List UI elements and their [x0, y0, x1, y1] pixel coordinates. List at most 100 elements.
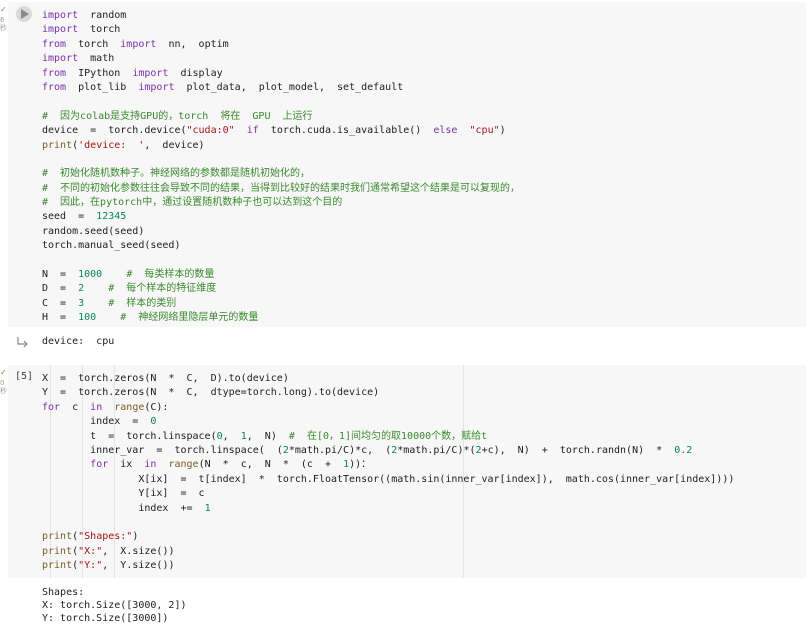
- code-token: , N): [246, 430, 289, 442]
- code-line: print('device: ', device): [42, 139, 806, 153]
- code-line: index = 0: [42, 415, 806, 429]
- code-token: math: [78, 53, 115, 65]
- code-editor-2[interactable]: X = torch.zeros(N * C, D).to(device) Y = …: [42, 372, 806, 573]
- code-token: # 不同的初始化参数往往会导致不同的结果，当得到比较好的结果时我们通常希望这个结…: [42, 182, 521, 194]
- code-line: import random: [42, 9, 806, 23]
- code-token: print: [42, 560, 73, 572]
- code-line: t = torch.linspace(0, 1, N) # 在[0，1]间均匀的…: [42, 430, 806, 444]
- code-token: c: [60, 401, 91, 413]
- code-token: torch.cuda.is_available(): [258, 125, 434, 137]
- code-token: "cuda:0": [186, 125, 235, 137]
- code-token: X[ix] = t[index] * torch.FloatTensor((ma…: [42, 473, 735, 485]
- code-token: H =: [42, 312, 79, 324]
- code-token: range: [114, 401, 145, 413]
- cell-output-2: Shapes: X: torch.Size([3000, 2]) Y: torch.…: [42, 586, 187, 625]
- code-token: in: [90, 401, 103, 413]
- code-token: import: [132, 67, 169, 79]
- code-token: ): [499, 125, 506, 137]
- code-token: torch.manual_seed(seed): [42, 240, 181, 252]
- code-token: plot_data, plot_model, set_default: [174, 81, 404, 93]
- code-token: import: [42, 10, 79, 21]
- output-arrow-icon[interactable]: [17, 336, 29, 348]
- code-editor-1[interactable]: import random import torch from torch impo…: [42, 9, 806, 326]
- code-token: X = torch.zeros(N * C, D).to(device): [42, 373, 289, 384]
- code-cell-2[interactable]: [5] X = torch.zeros(N * C, D).to(device)…: [8, 365, 806, 578]
- code-token: for: [42, 401, 61, 413]
- code-token: if: [246, 125, 259, 137]
- code-token: import: [120, 38, 157, 50]
- code-token: range: [168, 459, 199, 471]
- code-line: N = 1000 # 每类样本的数量: [42, 268, 806, 282]
- code-token: t = torch.linspace(: [42, 430, 217, 442]
- code-token: print: [42, 531, 73, 543]
- code-token: from: [42, 81, 67, 93]
- code-line: print("X:", X.size()): [42, 545, 806, 559]
- code-token: Y = torch.zeros(N * C, dtype=torch.long)…: [42, 387, 380, 399]
- code-token: random.seed(seed): [42, 225, 145, 237]
- code-token: # 因此，在pytorch中，通过设置随机数种子也可以达到这个目的: [42, 197, 343, 209]
- code-token: IPython: [66, 67, 133, 79]
- code-token: 1: [204, 502, 211, 514]
- code-token: import: [138, 81, 175, 93]
- code-line: for ix in range(N * c, N * (c + 1))：: [42, 458, 806, 472]
- code-line: seed = 12345: [42, 210, 806, 224]
- code-token: device = torch.device(: [42, 125, 187, 137]
- code-token: "Y:": [78, 560, 103, 572]
- code-token: D =: [42, 283, 79, 295]
- code-line: Y = torch.zeros(N * C, dtype=torch.long)…: [42, 386, 806, 400]
- check-icon: ✓: [0, 368, 7, 377]
- code-line: X[ix] = t[index] * torch.FloatTensor((ma…: [42, 473, 806, 487]
- code-token: print: [42, 545, 73, 557]
- code-token: for: [90, 459, 109, 471]
- cell1-runtime: 6 秒: [0, 16, 7, 32]
- run-cell-button[interactable]: [16, 6, 32, 22]
- code-line: import torch: [42, 23, 806, 37]
- code-token: +c), N) + torch.randn(N) *: [481, 444, 675, 456]
- code-line: print("Y:", Y.size()): [42, 559, 806, 573]
- code-token: *math.pi/C)*(: [397, 444, 476, 456]
- code-token: , device): [144, 139, 205, 151]
- code-line: X = torch.zeros(N * C, D).to(device): [42, 372, 806, 386]
- code-line: torch.manual_seed(seed): [42, 239, 806, 253]
- code-token: C =: [42, 297, 79, 309]
- code-token: "cpu": [469, 125, 500, 137]
- code-token: index +=: [42, 502, 205, 514]
- code-token: (C):: [144, 401, 169, 413]
- code-token: # 每类样本的数量: [126, 269, 215, 281]
- code-token: ,: [222, 430, 241, 442]
- code-token: seed =: [42, 211, 97, 223]
- code-token: random: [78, 10, 127, 21]
- check-icon: ✓: [0, 5, 7, 14]
- code-line: index += 1: [42, 502, 806, 516]
- code-line: for c in range(C):: [42, 401, 806, 415]
- code-token: import: [42, 53, 79, 65]
- code-token: # 样本的类别: [108, 297, 177, 309]
- code-token: "X:": [78, 545, 103, 557]
- code-line: random.seed(seed): [42, 225, 806, 239]
- code-token: *math.pi/C)*c, (: [288, 444, 392, 456]
- code-cell-1[interactable]: import random import torch from torch impo…: [8, 2, 806, 327]
- code-token: # 每个样本的特征维度: [108, 283, 217, 295]
- output-line: Y: torch.Size([3000]): [42, 613, 169, 624]
- code-line: from torch import nn, optim: [42, 38, 806, 52]
- code-line: # 因为colab是支持GPU的，torch 将在 GPU 上运行: [42, 110, 806, 124]
- code-token: display: [168, 67, 223, 79]
- code-line: C = 3 # 样本的类别: [42, 297, 806, 311]
- code-token: 'device: ': [78, 139, 145, 151]
- code-line: inner_var = torch.linspace( (2*math.pi/C…: [42, 444, 806, 458]
- code-line: from plot_lib import plot_data, plot_mod…: [42, 81, 806, 95]
- code-token: (N * c, N * (c +: [198, 459, 344, 471]
- code-token: 12345: [96, 211, 127, 223]
- code-token: , X.size()): [102, 545, 175, 557]
